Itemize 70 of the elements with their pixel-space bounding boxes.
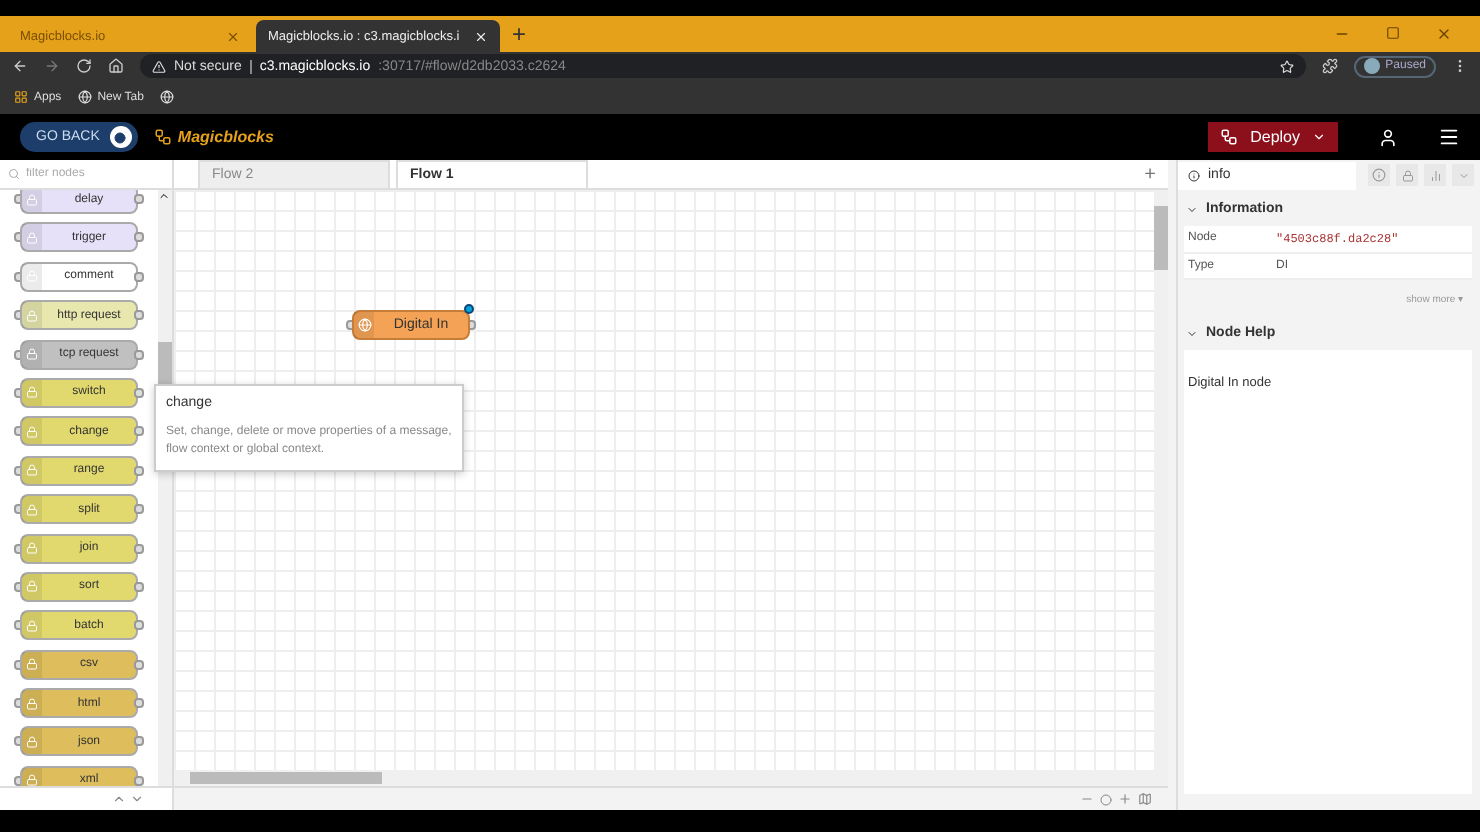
port-handle	[134, 465, 144, 476]
zoom-in-icon[interactable]	[1118, 792, 1132, 806]
map-icon[interactable]	[1138, 792, 1152, 806]
node-icon	[22, 263, 42, 290]
node-icon	[354, 312, 374, 338]
port-handle	[134, 659, 144, 670]
zoom-reset-icon[interactable]	[1100, 793, 1112, 805]
port-handle	[134, 232, 144, 243]
port-handle	[134, 426, 144, 437]
caret-icon	[1312, 130, 1326, 144]
node-icon	[22, 379, 42, 406]
search-icon	[8, 168, 20, 180]
port-handle	[134, 543, 144, 554]
user-icon[interactable]	[1378, 127, 1398, 147]
avatar-icon	[1363, 58, 1380, 74]
flow-icon	[1220, 128, 1239, 146]
port-handle	[134, 620, 144, 631]
zoom-out-icon[interactable]	[1080, 792, 1094, 806]
globe-icon[interactable]	[77, 90, 92, 104]
forward-icon[interactable]	[44, 58, 60, 74]
scroll-up-icon[interactable]	[112, 792, 126, 806]
node-icon	[22, 224, 42, 251]
info-icon	[1188, 169, 1200, 181]
node-icon	[22, 612, 42, 639]
reload-icon[interactable]	[76, 58, 92, 74]
port-handle	[134, 387, 144, 398]
chevron-icon	[1186, 327, 1198, 339]
circle-icon	[109, 126, 132, 148]
node-icon	[22, 418, 42, 445]
port-handle	[134, 271, 144, 282]
port-handle	[134, 310, 144, 321]
globe-icon[interactable]	[159, 90, 174, 104]
logo: Magicblocks	[153, 128, 274, 146]
new-tab-button[interactable]: +	[512, 20, 527, 48]
back-icon[interactable]	[12, 58, 28, 74]
node-icon	[22, 457, 42, 484]
grid-icon[interactable]	[14, 90, 28, 104]
deploy-button[interactable]: Deploy	[1208, 122, 1338, 152]
info-icon[interactable]	[1368, 164, 1391, 186]
star-icon[interactable]	[1279, 59, 1294, 73]
scroll-up-icon[interactable]	[158, 190, 170, 202]
maximize-icon[interactable]	[1386, 26, 1400, 40]
port-handle	[134, 736, 144, 747]
node-icon	[22, 302, 42, 329]
home-icon[interactable]	[108, 58, 124, 74]
node-icon	[22, 767, 42, 786]
port-handle	[134, 349, 144, 360]
node-icon	[22, 496, 42, 523]
chart-icon[interactable]	[1424, 164, 1447, 186]
scroll-down-icon[interactable]	[130, 792, 144, 806]
port-handle	[134, 581, 144, 592]
menu-icon[interactable]	[1438, 126, 1460, 148]
puzzle-icon[interactable]	[1321, 58, 1338, 74]
node-icon	[22, 341, 42, 368]
port-handle	[134, 504, 144, 515]
warning-icon	[152, 59, 166, 73]
add-flow-button[interactable]: +	[1144, 163, 1156, 185]
node-icon	[22, 573, 42, 600]
scroll-thumb[interactable]	[1154, 206, 1168, 270]
node-icon	[22, 651, 42, 678]
port-handle	[466, 320, 476, 330]
port-handle	[134, 698, 144, 709]
chevron-icon	[1186, 203, 1198, 215]
scroll-thumb[interactable]	[190, 772, 382, 784]
node-icon	[22, 728, 42, 755]
node-icon	[22, 535, 42, 562]
lock-icon[interactable]	[1396, 164, 1419, 186]
port-handle	[134, 194, 144, 204]
node-icon	[22, 190, 42, 212]
node-icon	[22, 690, 42, 717]
